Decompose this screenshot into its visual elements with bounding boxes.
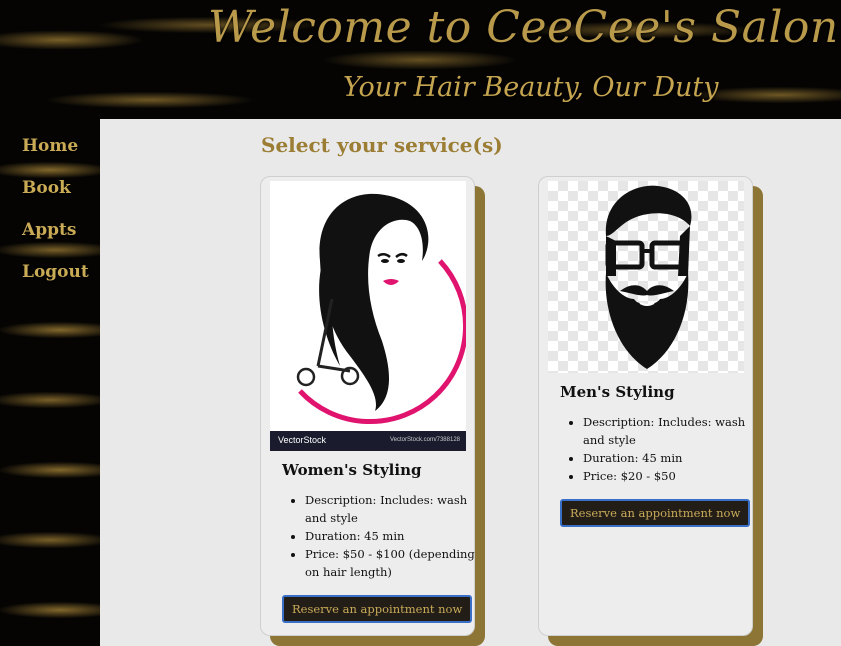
service-card-womens: VectorStock VectorStock.com/7388128 Wome… bbox=[260, 176, 485, 646]
card-body: Men's Styling Description: Includes: was… bbox=[538, 176, 753, 636]
womens-styling-image: VectorStock VectorStock.com/7388128 bbox=[270, 181, 466, 451]
service-details-list: Description: Includes: wash and style Du… bbox=[283, 491, 485, 581]
section-title: Select your service(s) bbox=[261, 133, 503, 157]
site-header: Welcome to CeeCee's Salon Your Hair Beau… bbox=[0, 0, 841, 119]
site-title: Welcome to CeeCee's Salon bbox=[208, 2, 839, 53]
card-body: VectorStock VectorStock.com/7388128 Wome… bbox=[260, 176, 475, 636]
bearded-man-glasses-icon bbox=[605, 185, 692, 369]
vectorstock-watermark-bar: VectorStock VectorStock.com/7388128 bbox=[270, 431, 466, 451]
service-description: Description: Includes: wash and style bbox=[583, 413, 763, 449]
service-duration: Duration: 45 min bbox=[305, 527, 485, 545]
nav-appts[interactable]: Appts bbox=[22, 209, 100, 251]
main-panel: Select your service(s) VectorStock Vecto… bbox=[100, 119, 841, 646]
service-price: Price: $50 - $100 (depending on hair len… bbox=[305, 545, 485, 581]
reserve-appointment-button[interactable]: Reserve an appointment now bbox=[282, 595, 473, 623]
watermark-url: VectorStock.com/7388128 bbox=[389, 437, 460, 443]
woman-face-scissors-icon bbox=[296, 193, 466, 424]
service-details-list: Description: Includes: wash and style Du… bbox=[561, 413, 763, 485]
watermark-brand: VectorStock bbox=[278, 435, 327, 445]
nav-logout[interactable]: Logout bbox=[22, 251, 100, 293]
nav-book[interactable]: Book bbox=[22, 167, 100, 209]
site-tagline: Your Hair Beauty, Our Duty bbox=[343, 72, 719, 103]
nav-home[interactable]: Home bbox=[22, 125, 100, 167]
sidebar-nav: Home Book Appts Logout bbox=[0, 119, 100, 646]
service-description: Description: Includes: wash and style bbox=[305, 491, 485, 527]
service-card-mens: Men's Styling Description: Includes: was… bbox=[538, 176, 763, 646]
mens-styling-image bbox=[548, 181, 744, 373]
card-title: Women's Styling bbox=[282, 461, 422, 479]
reserve-appointment-button[interactable]: Reserve an appointment now bbox=[560, 499, 751, 527]
service-price: Price: $20 - $50 bbox=[583, 467, 763, 485]
service-duration: Duration: 45 min bbox=[583, 449, 763, 467]
card-title: Men's Styling bbox=[560, 383, 675, 401]
